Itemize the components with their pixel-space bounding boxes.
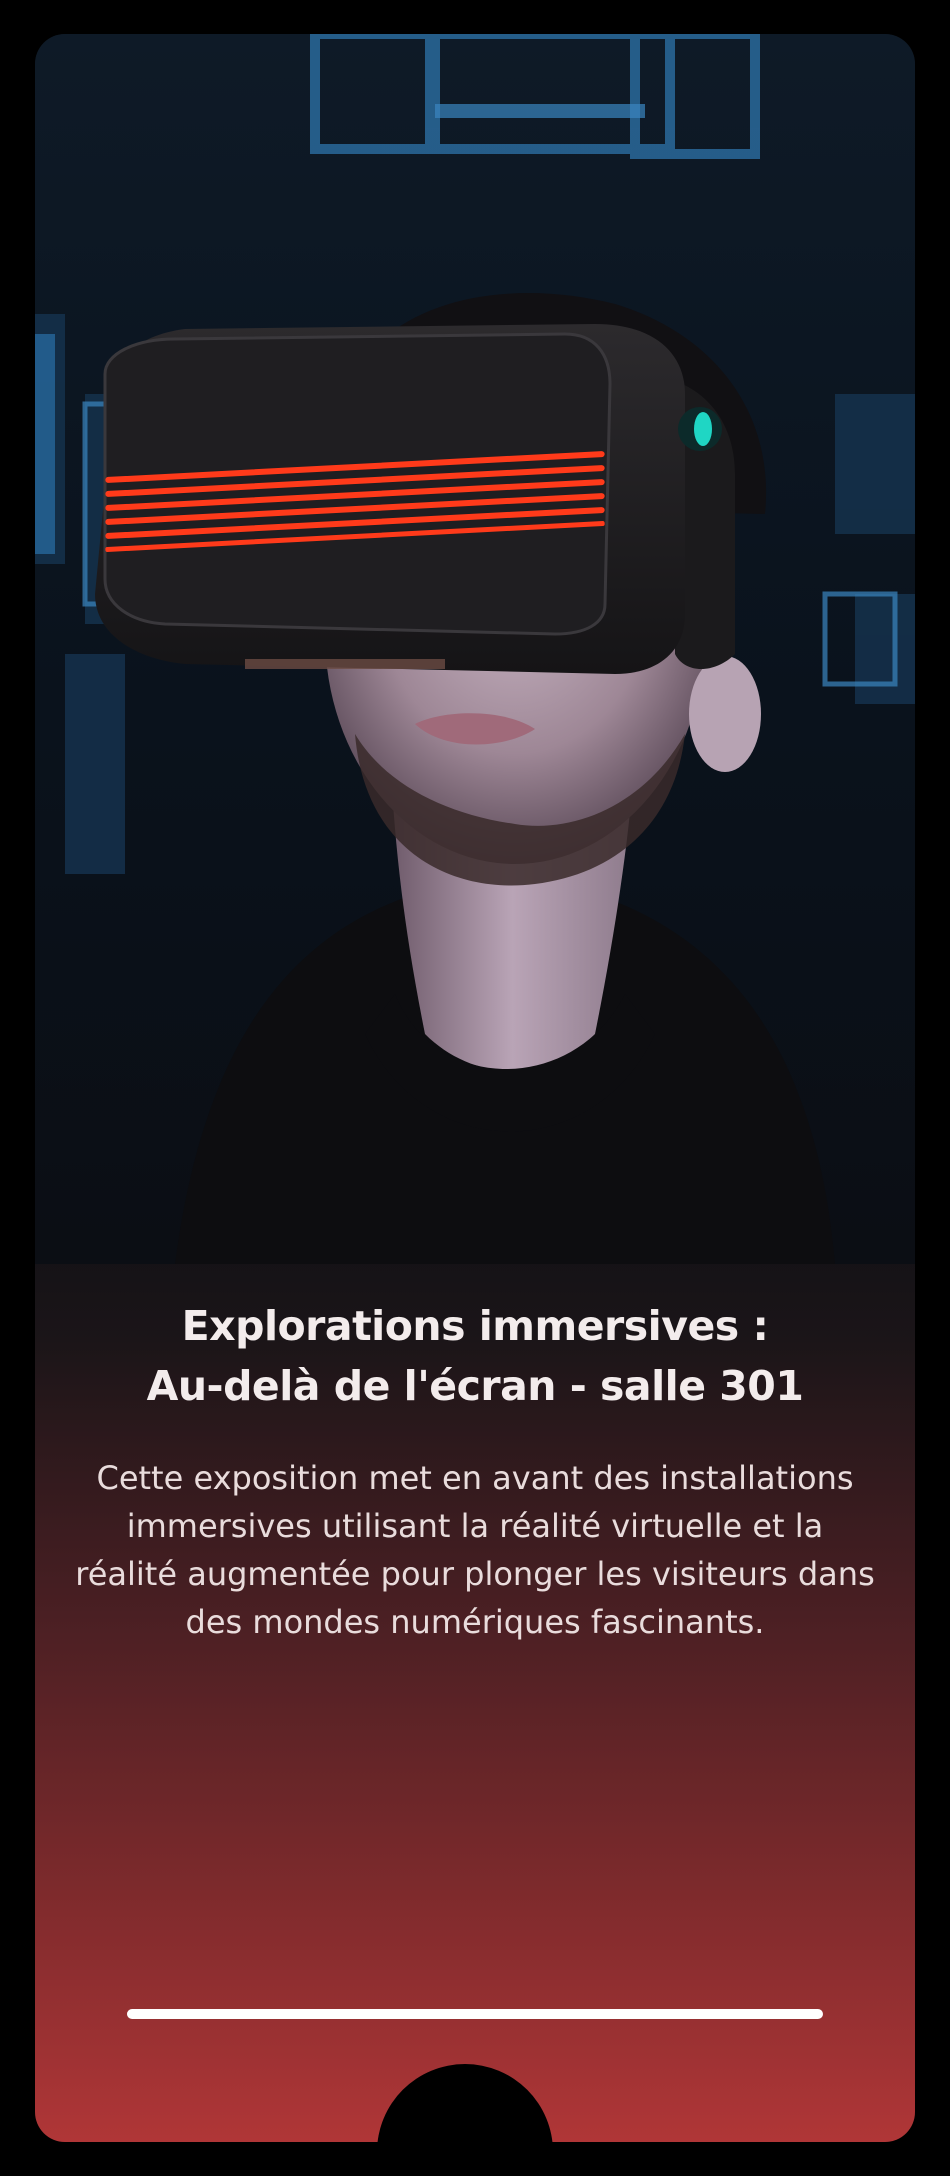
progress-bar (127, 2009, 823, 2019)
exhibit-title-line2: Au-delà de l'écran - salle 301 (146, 1362, 804, 1410)
exhibit-title: Explorations immersives : Au-delà de l'é… (75, 1296, 875, 1416)
bottom-notch (377, 2064, 553, 2142)
hero-image (35, 34, 915, 1264)
exhibit-description: Cette exposition met en avant des instal… (75, 1459, 875, 1641)
exhibit-title-line1: Explorations immersives : (181, 1302, 769, 1350)
exhibit-card: Explorations immersives : Au-delà de l'é… (35, 34, 915, 2142)
